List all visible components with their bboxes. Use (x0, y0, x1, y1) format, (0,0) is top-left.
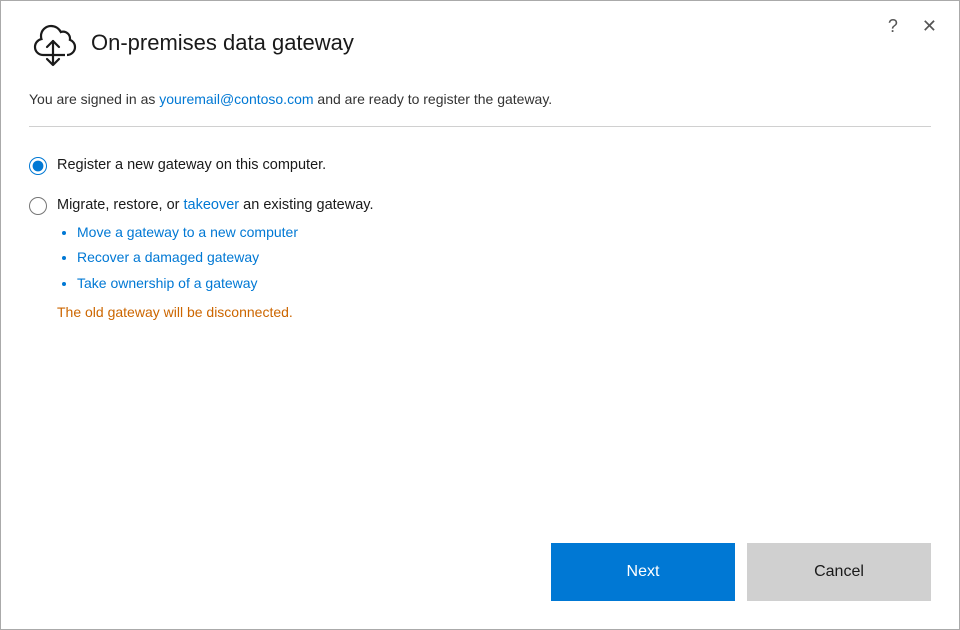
register-radio[interactable] (29, 157, 47, 175)
content-area: Register a new gateway on this computer.… (1, 127, 959, 527)
migrate-label-text: Migrate, restore, or takeover an existin… (57, 195, 373, 217)
sub-item-move[interactable]: Move a gateway to a new computer (77, 224, 298, 240)
cancel-button[interactable]: Cancel (747, 543, 931, 601)
list-item: Take ownership of a gateway (77, 272, 298, 296)
takeover-link[interactable]: takeover (184, 197, 240, 213)
warning-text: The old gateway will be disconnected. (57, 302, 298, 323)
subtitle-prefix: You are signed in as (29, 91, 159, 107)
subtitle-suffix: and are ready to register the gateway. (314, 91, 553, 107)
sub-options-list: Move a gateway to a new computer Recover… (57, 221, 298, 296)
list-item: Recover a damaged gateway (77, 246, 298, 270)
sub-options: Move a gateway to a new computer Recover… (57, 221, 298, 323)
register-label: Register a new gateway on this computer. (57, 155, 326, 177)
migrate-label-row[interactable]: Migrate, restore, or takeover an existin… (29, 195, 373, 217)
help-button[interactable]: ? (884, 15, 902, 37)
window-controls: ? ✕ (884, 15, 941, 37)
cloud-icon (29, 19, 77, 67)
footer: Next Cancel (1, 527, 959, 629)
close-button[interactable]: ✕ (918, 15, 941, 37)
list-item: Move a gateway to a new computer (77, 221, 298, 245)
subtitle-text: You are signed in as youremail@contoso.c… (29, 89, 931, 110)
dialog-title: On-premises data gateway (91, 30, 354, 56)
migrate-radio[interactable] (29, 197, 47, 215)
sub-item-recover[interactable]: Recover a damaged gateway (77, 249, 259, 265)
email-link[interactable]: youremail@contoso.com (159, 91, 313, 107)
migrate-label-post: an existing gateway. (239, 197, 373, 213)
next-button[interactable]: Next (551, 543, 735, 601)
migrate-option: Migrate, restore, or takeover an existin… (29, 195, 931, 323)
register-option[interactable]: Register a new gateway on this computer. (29, 155, 931, 177)
migrate-label-pre: Migrate, restore, or (57, 197, 184, 213)
dialog-window: ? ✕ On-premises data gateway You are sig… (0, 0, 960, 630)
title-bar: On-premises data gateway (1, 1, 959, 79)
sub-item-takeover[interactable]: Take ownership of a gateway (77, 275, 258, 291)
subtitle-area: You are signed in as youremail@contoso.c… (1, 79, 959, 126)
